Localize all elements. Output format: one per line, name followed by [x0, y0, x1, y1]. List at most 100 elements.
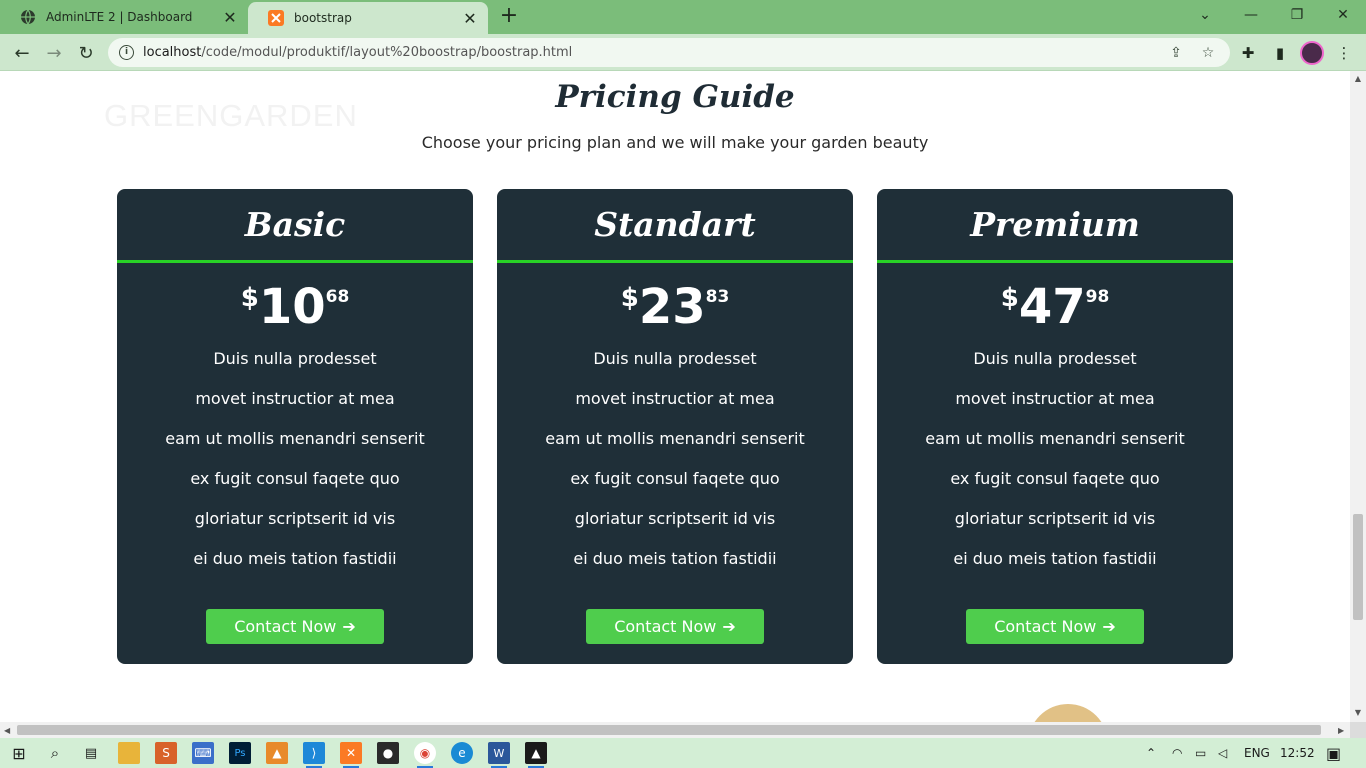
wifi-icon[interactable]: ◠ — [1172, 738, 1182, 768]
plan-name: Standart — [594, 205, 756, 244]
close-window-button[interactable]: ✕ — [1320, 0, 1366, 30]
section-subtitle: Choose your pricing plan and we will mak… — [421, 133, 929, 152]
section-title: Pricing Guide — [555, 79, 795, 115]
word-icon[interactable]: W — [488, 742, 510, 768]
new-tab-button[interactable]: + — [498, 5, 520, 28]
plan-name: Basic — [244, 205, 346, 244]
plan-name: Premium — [970, 205, 1140, 244]
arrow-right-icon: ➔ — [342, 617, 356, 636]
photos-icon[interactable]: ▲ — [525, 742, 547, 768]
scroll-down-arrow-icon[interactable]: ▼ — [1354, 709, 1362, 717]
feature-item: eam ut mollis menandri senserit — [165, 429, 425, 448]
scroll-thumb[interactable] — [1353, 514, 1363, 620]
contact-now-button[interactable]: Contact Now ➔ — [586, 609, 764, 644]
card-header: Standart — [497, 189, 853, 263]
bookmark-star-icon[interactable]: ☆ — [1198, 43, 1218, 63]
task-view-icon[interactable]: ▤ — [80, 742, 102, 764]
price-currency: $ — [620, 283, 639, 313]
price-cents: 83 — [705, 287, 730, 307]
feature-item: gloriatur scriptserit id vis — [194, 509, 396, 528]
feature-item: eam ut mollis menandri senserit — [545, 429, 805, 448]
edge-icon[interactable]: e — [451, 742, 473, 764]
photoshop-icon[interactable]: Ps — [229, 742, 251, 764]
file-explorer-icon[interactable] — [118, 742, 140, 764]
scroll-thumb[interactable] — [17, 725, 1321, 735]
price-whole: 47 — [1018, 279, 1086, 335]
share-icon[interactable]: ⇪ — [1166, 43, 1186, 63]
price-cents: 68 — [325, 287, 350, 307]
feature-list: Duis nulla prodesset movet instructior a… — [877, 348, 1233, 588]
scroll-up-arrow-icon[interactable]: ▲ — [1354, 75, 1362, 83]
tab-title: AdminLTE 2 | Dashboard — [46, 10, 193, 24]
pricing-card-premium: Premium $4798 Duis nulla prodesset movet… — [877, 189, 1233, 664]
scrollbar-corner — [1350, 722, 1366, 738]
tray-expand-icon[interactable]: ⌃ — [1146, 738, 1156, 768]
windows-taskbar: ⊞ ⌕ ▤ S ⌨ Ps ▲ ⟩ ✕ ● ◉ e W ▲ ⌃ ◠ ▭ ◁ ENG… — [0, 738, 1366, 768]
feature-item: ex fugit consul faqete quo — [950, 469, 1160, 488]
feature-item: ex fugit consul faqete quo — [190, 469, 400, 488]
back-arrow-icon[interactable]: ← — [9, 40, 35, 66]
plan-price: $1068 — [117, 281, 473, 337]
notifications-icon[interactable]: ▣ — [1326, 738, 1341, 768]
extensions-icon[interactable]: ✚ — [1236, 41, 1260, 65]
reload-icon[interactable]: ↻ — [73, 40, 99, 66]
restore-button[interactable]: ❐ — [1274, 0, 1320, 30]
pricing-card-standart: Standart $2383 Duis nulla prodesset move… — [497, 189, 853, 664]
scroll-left-arrow-icon[interactable]: ◀ — [4, 726, 10, 735]
pricing-card-basic: Basic $1068 Duis nulla prodesset movet i… — [117, 189, 473, 664]
battery-icon[interactable]: ▭ — [1195, 738, 1206, 768]
minimize-button[interactable]: — — [1228, 0, 1274, 30]
horizontal-scrollbar[interactable]: ◀ ▶ — [0, 722, 1350, 738]
windows-start-icon[interactable]: ⊞ — [8, 742, 30, 764]
arrow-right-icon: ➔ — [1102, 617, 1116, 636]
scroll-right-arrow-icon[interactable]: ▶ — [1338, 726, 1344, 735]
forward-arrow-icon[interactable]: → — [41, 40, 67, 66]
chrome-icon[interactable]: ◉ — [414, 742, 436, 768]
price-whole: 10 — [258, 279, 326, 335]
xampp-icon[interactable]: ✕ — [340, 742, 362, 768]
feature-item: gloriatur scriptserit id vis — [574, 509, 776, 528]
clock[interactable]: 12:52 — [1280, 738, 1315, 768]
tab-adminlte[interactable]: AdminLTE 2 | Dashboard ✕ — [0, 0, 248, 34]
globe-icon — [20, 9, 36, 25]
button-label: Contact Now — [234, 617, 337, 636]
tab-search-icon[interactable]: ⌄ — [1182, 0, 1228, 30]
close-icon[interactable]: ✕ — [462, 9, 478, 28]
info-icon[interactable]: i — [119, 45, 134, 60]
vscode-icon[interactable]: ⟩ — [303, 742, 325, 768]
menu-kebab-icon[interactable]: ⋮ — [1332, 41, 1356, 65]
feature-item: movet instructior at mea — [955, 389, 1155, 408]
feature-item: ex fugit consul faqete quo — [570, 469, 780, 488]
arrow-right-icon: ➔ — [722, 617, 736, 636]
contact-now-button[interactable]: Contact Now ➔ — [966, 609, 1144, 644]
search-icon[interactable]: ⌕ — [44, 742, 66, 764]
button-label: Contact Now — [994, 617, 1097, 636]
vertical-scrollbar[interactable]: ▲ ▼ — [1350, 71, 1366, 722]
tab-bootstrap[interactable]: bootstrap ✕ — [248, 2, 488, 34]
url-text[interactable]: localhost/code/modul/produktif/layout%20… — [143, 45, 572, 60]
card-header: Premium — [877, 189, 1233, 263]
plant-pot-image — [1028, 704, 1108, 722]
side-panel-icon[interactable]: ▮ — [1268, 41, 1292, 65]
button-label: Contact Now — [614, 617, 717, 636]
feature-item: ei duo meis tation fastidii — [953, 549, 1157, 568]
close-icon[interactable]: ✕ — [222, 8, 238, 27]
address-bar[interactable]: i localhost/code/modul/produktif/layout%… — [108, 38, 1230, 67]
feature-list: Duis nulla prodesset movet instructior a… — [497, 348, 853, 588]
plan-price: $4798 — [877, 281, 1233, 337]
price-currency: $ — [240, 283, 259, 313]
feature-item: Duis nulla prodesset — [593, 349, 757, 368]
app-dark-icon[interactable]: ● — [377, 742, 399, 764]
feature-item: movet instructior at mea — [575, 389, 775, 408]
volume-icon[interactable]: ◁ — [1218, 738, 1227, 768]
profile-avatar[interactable] — [1300, 41, 1324, 65]
keyboard-icon[interactable]: ⌨ — [192, 742, 214, 764]
plan-price: $2383 — [497, 281, 853, 337]
language-indicator[interactable]: ENG — [1244, 738, 1270, 768]
contact-now-button[interactable]: Contact Now ➔ — [206, 609, 384, 644]
feature-item: eam ut mollis menandri senserit — [925, 429, 1185, 448]
page-viewport: GREENGARDEN Pricing Guide Choose your pr… — [0, 71, 1350, 722]
sublime-text-icon[interactable]: S — [155, 742, 177, 764]
price-cents: 98 — [1085, 287, 1110, 307]
app-orange-icon[interactable]: ▲ — [266, 742, 288, 764]
